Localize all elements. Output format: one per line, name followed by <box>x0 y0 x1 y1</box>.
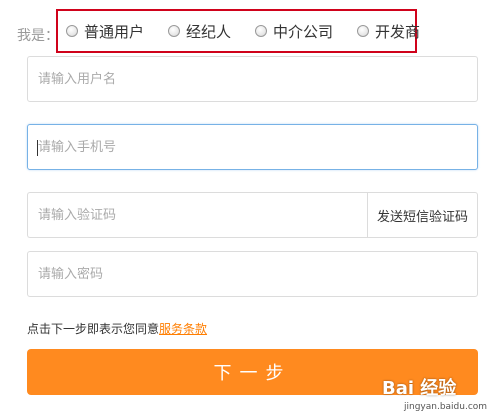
verification-code-field-box <box>27 192 367 238</box>
role-option-label: 普通用户 <box>84 22 145 41</box>
role-option-label: 中介公司 <box>273 22 334 41</box>
role-option-agency[interactable]: 中介公司 <box>255 21 333 42</box>
password-field-box <box>27 251 478 297</box>
role-option-developer[interactable]: 开发商 <box>357 21 420 42</box>
phone-field-box <box>27 124 478 170</box>
radio-button-icon[interactable] <box>357 25 370 37</box>
role-option-agent[interactable]: 经纪人 <box>168 21 231 42</box>
role-option-label: 经纪人 <box>186 22 232 41</box>
verification-code-input[interactable] <box>28 193 367 237</box>
radio-button-icon[interactable] <box>66 25 78 37</box>
next-step-button[interactable]: 下一步 <box>27 349 478 395</box>
username-input[interactable] <box>28 57 477 101</box>
role-options-highlight: 普通用户 经纪人 中介公司 开发商 <box>56 9 420 53</box>
password-input[interactable] <box>28 252 477 296</box>
terms-of-service-link[interactable]: 服务条款 <box>159 322 207 336</box>
send-sms-code-button[interactable]: 发送短信验证码 <box>367 192 478 238</box>
username-field-box <box>27 56 478 102</box>
radio-button-icon[interactable] <box>168 25 181 37</box>
agreement-notice: 点击下一步即表示您同意服务条款 <box>27 320 207 337</box>
watermark-url: jingyan.baidu.com <box>404 402 488 412</box>
text-caret <box>37 140 38 156</box>
phone-input[interactable] <box>28 125 477 169</box>
radio-button-icon[interactable] <box>255 25 268 37</box>
role-label: 我是： <box>17 28 59 44</box>
role-option-regular-user[interactable]: 普通用户 <box>66 21 144 42</box>
role-option-label: 开发商 <box>375 22 421 41</box>
agreement-text: 点击下一步即表示您同意 <box>27 322 160 336</box>
role-selector-row: 我是： 普通用户 经纪人 中介公司 开发商 <box>0 0 500 56</box>
